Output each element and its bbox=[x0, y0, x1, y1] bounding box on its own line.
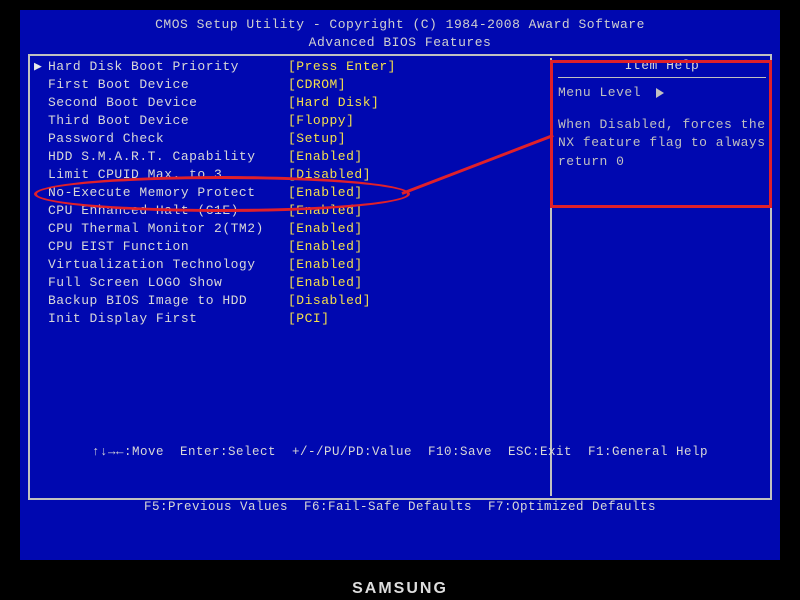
title-line-2: Advanced BIOS Features bbox=[20, 34, 780, 52]
pointer-icon bbox=[34, 292, 48, 310]
setting-label: CPU Thermal Monitor 2(TM2) bbox=[48, 220, 288, 238]
setting-row[interactable]: Init Display First[PCI] bbox=[34, 310, 546, 328]
setting-value[interactable]: [Enabled] bbox=[288, 202, 363, 220]
setting-row[interactable]: CPU EIST Function[Enabled] bbox=[34, 238, 546, 256]
pointer-icon bbox=[34, 184, 48, 202]
setting-value[interactable]: [Enabled] bbox=[288, 238, 363, 256]
setting-value[interactable]: [Setup] bbox=[288, 130, 346, 148]
setting-value[interactable]: [Enabled] bbox=[288, 274, 363, 292]
setting-value[interactable]: [Enabled] bbox=[288, 184, 363, 202]
pointer-icon bbox=[34, 112, 48, 130]
setting-row[interactable]: Limit CPUID Max. to 3[Disabled] bbox=[34, 166, 546, 184]
footer-line-1: ↑↓→←:Move Enter:Select +/-/PU/PD:Value F… bbox=[28, 443, 772, 461]
setting-value[interactable]: [Enabled] bbox=[288, 148, 363, 166]
title-line-1: CMOS Setup Utility - Copyright (C) 1984-… bbox=[20, 16, 780, 34]
setting-value[interactable]: [Disabled] bbox=[288, 292, 371, 310]
setting-value[interactable]: [CDROM] bbox=[288, 76, 346, 94]
monitor-brand: SAMSUNG bbox=[0, 580, 800, 598]
setting-value[interactable]: [Enabled] bbox=[288, 220, 363, 238]
setting-label: Hard Disk Boot Priority bbox=[48, 58, 288, 76]
setting-label: Password Check bbox=[48, 130, 288, 148]
footer-hints: ↑↓→←:Move Enter:Select +/-/PU/PD:Value F… bbox=[28, 407, 772, 552]
title-area: CMOS Setup Utility - Copyright (C) 1984-… bbox=[20, 10, 780, 54]
setting-row[interactable]: Third Boot Device[Floppy] bbox=[34, 112, 546, 130]
right-arrow-icon bbox=[656, 88, 664, 98]
setting-label: Second Boot Device bbox=[48, 94, 288, 112]
help-body: When Disabled, forces the NX feature fla… bbox=[558, 116, 766, 171]
setting-label: Third Boot Device bbox=[48, 112, 288, 130]
setting-row[interactable]: Full Screen LOGO Show[Enabled] bbox=[34, 274, 546, 292]
pointer-icon bbox=[34, 310, 48, 328]
pointer-icon bbox=[34, 256, 48, 274]
bios-screen: CMOS Setup Utility - Copyright (C) 1984-… bbox=[20, 10, 780, 560]
setting-value[interactable]: [PCI] bbox=[288, 310, 330, 328]
setting-row[interactable]: Password Check[Setup] bbox=[34, 130, 546, 148]
setting-row[interactable]: CPU Enhanced Halt (C1E)[Enabled] bbox=[34, 202, 546, 220]
setting-label: Backup BIOS Image to HDD bbox=[48, 292, 288, 310]
pointer-icon bbox=[34, 148, 48, 166]
setting-value[interactable]: [Disabled] bbox=[288, 166, 371, 184]
pointer-icon bbox=[34, 220, 48, 238]
setting-label: First Boot Device bbox=[48, 76, 288, 94]
setting-label: Limit CPUID Max. to 3 bbox=[48, 166, 288, 184]
setting-label: CPU EIST Function bbox=[48, 238, 288, 256]
setting-label: No-Execute Memory Protect bbox=[48, 184, 288, 202]
help-separator bbox=[558, 77, 766, 78]
setting-label: Full Screen LOGO Show bbox=[48, 274, 288, 292]
setting-row[interactable]: No-Execute Memory Protect[Enabled] bbox=[34, 184, 546, 202]
pointer-icon: ▶ bbox=[34, 58, 48, 76]
pointer-icon bbox=[34, 202, 48, 220]
setting-row[interactable]: First Boot Device[CDROM] bbox=[34, 76, 546, 94]
pointer-icon bbox=[34, 130, 48, 148]
pointer-icon bbox=[34, 76, 48, 94]
setting-label: Init Display First bbox=[48, 310, 288, 328]
setting-value[interactable]: [Press Enter] bbox=[288, 58, 396, 76]
pointer-icon bbox=[34, 94, 48, 112]
help-menu-level: Menu Level bbox=[558, 84, 766, 102]
spacer bbox=[558, 102, 766, 116]
setting-value[interactable]: [Floppy] bbox=[288, 112, 354, 130]
setting-row[interactable]: Virtualization Technology[Enabled] bbox=[34, 256, 546, 274]
help-title: Item Help bbox=[558, 58, 766, 75]
pointer-icon bbox=[34, 166, 48, 184]
pointer-icon bbox=[34, 274, 48, 292]
setting-row[interactable]: Second Boot Device[Hard Disk] bbox=[34, 94, 546, 112]
footer-line-2: F5:Previous Values F6:Fail-Safe Defaults… bbox=[28, 498, 772, 516]
help-menu-level-label: Menu Level bbox=[558, 85, 641, 100]
setting-label: HDD S.M.A.R.T. Capability bbox=[48, 148, 288, 166]
setting-label: Virtualization Technology bbox=[48, 256, 288, 274]
setting-row[interactable]: CPU Thermal Monitor 2(TM2)[Enabled] bbox=[34, 220, 546, 238]
setting-row[interactable]: Backup BIOS Image to HDD[Disabled] bbox=[34, 292, 546, 310]
setting-row[interactable]: ▶Hard Disk Boot Priority[Press Enter] bbox=[34, 58, 546, 76]
setting-row[interactable]: HDD S.M.A.R.T. Capability[Enabled] bbox=[34, 148, 546, 166]
setting-value[interactable]: [Hard Disk] bbox=[288, 94, 379, 112]
setting-value[interactable]: [Enabled] bbox=[288, 256, 363, 274]
setting-label: CPU Enhanced Halt (C1E) bbox=[48, 202, 288, 220]
pointer-icon bbox=[34, 238, 48, 256]
